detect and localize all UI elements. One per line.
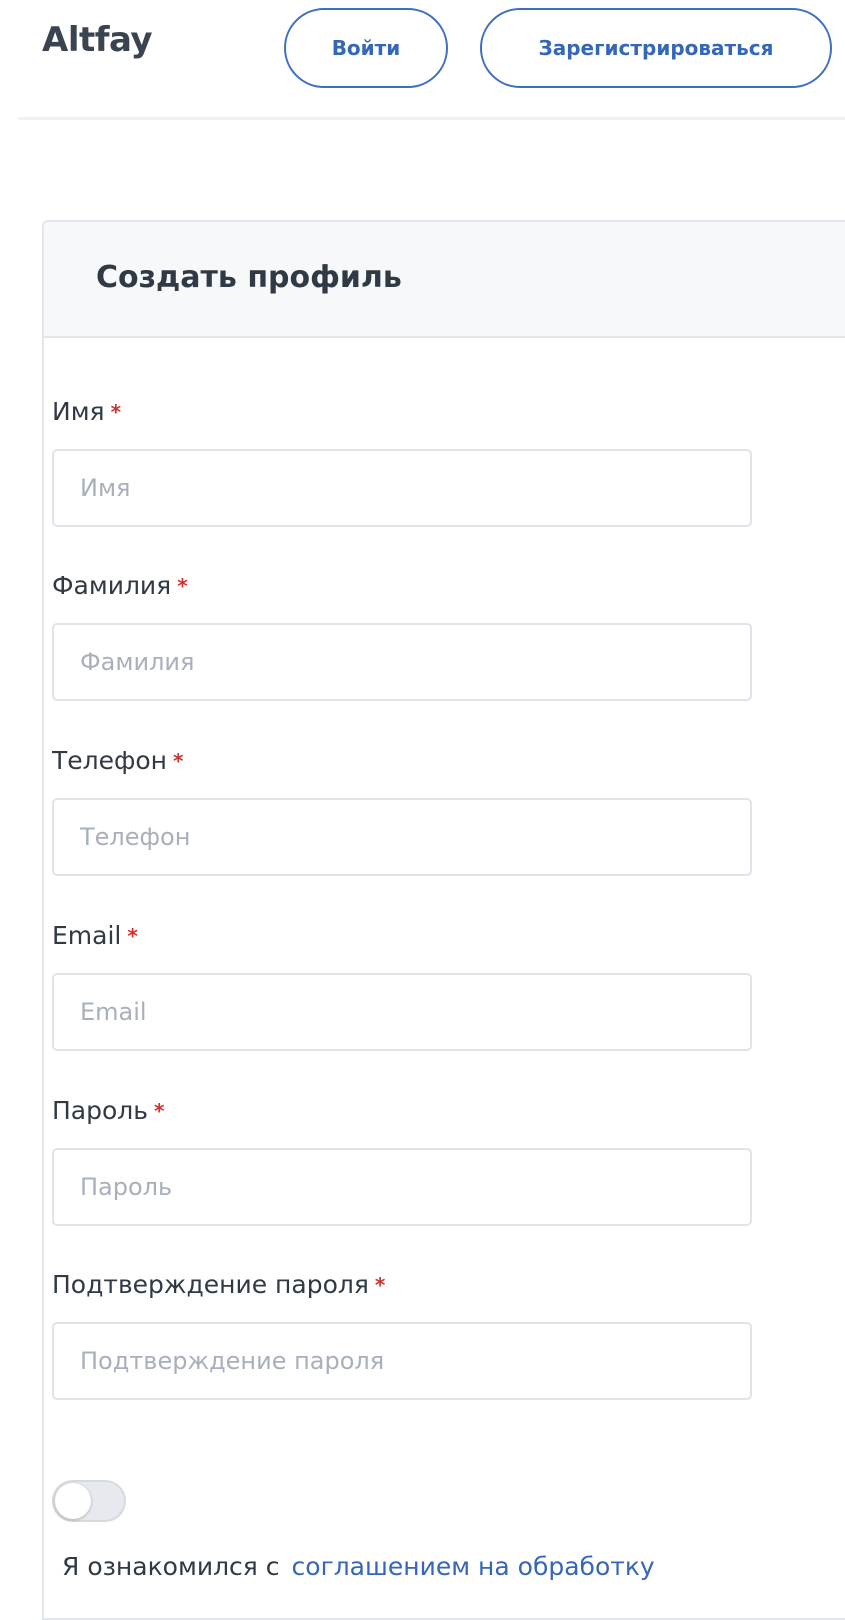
confirm-password-group: Подтверждение пароля * [52, 1266, 752, 1400]
email-input[interactable] [52, 973, 752, 1051]
required-mark: * [177, 574, 188, 598]
required-mark: * [173, 749, 184, 773]
phone-input[interactable] [52, 798, 752, 876]
brand-logo[interactable]: Altfay [42, 20, 153, 60]
register-button[interactable]: Зарегистрироваться [480, 8, 832, 88]
confirm-password-label: Подтверждение пароля [52, 1270, 369, 1299]
last-name-input[interactable] [52, 623, 752, 701]
confirm-password-input[interactable] [52, 1322, 752, 1400]
consent-toggle[interactable] [52, 1480, 126, 1522]
required-mark: * [374, 1273, 386, 1297]
first-name-label: Имя [52, 397, 105, 426]
agreement-link[interactable]: соглашением на обработку [292, 1552, 655, 1581]
password-input[interactable] [52, 1148, 752, 1226]
first-name-field: Имя * [52, 392, 752, 527]
password-field: Пароль * [52, 1091, 752, 1226]
top-navbar: Altfay Войти Зарегистрироваться [0, 0, 845, 118]
consent-label: Я ознакомился с [62, 1552, 280, 1581]
phone-label: Телефон [52, 746, 168, 775]
toggle-knob [55, 1483, 91, 1519]
first-name-input[interactable] [52, 449, 752, 527]
email-label: Email [52, 921, 122, 950]
required-mark: * [110, 400, 122, 424]
last-name-label: Фамилия [52, 571, 172, 600]
password-label: Пароль [52, 1096, 148, 1125]
required-mark: * [127, 924, 138, 948]
required-mark: * [154, 1099, 165, 1123]
email-field: Email * [52, 916, 752, 1051]
header-divider [18, 117, 845, 120]
card-header: Создать профиль [44, 222, 845, 338]
login-button[interactable]: Войти [284, 8, 448, 88]
last-name-field: Фамилия * [52, 566, 752, 701]
consent-text: Я ознакомился с соглашением на обработку [62, 1552, 655, 1581]
card-title: Создать профиль [96, 260, 402, 295]
phone-field: Телефон * [52, 741, 752, 876]
